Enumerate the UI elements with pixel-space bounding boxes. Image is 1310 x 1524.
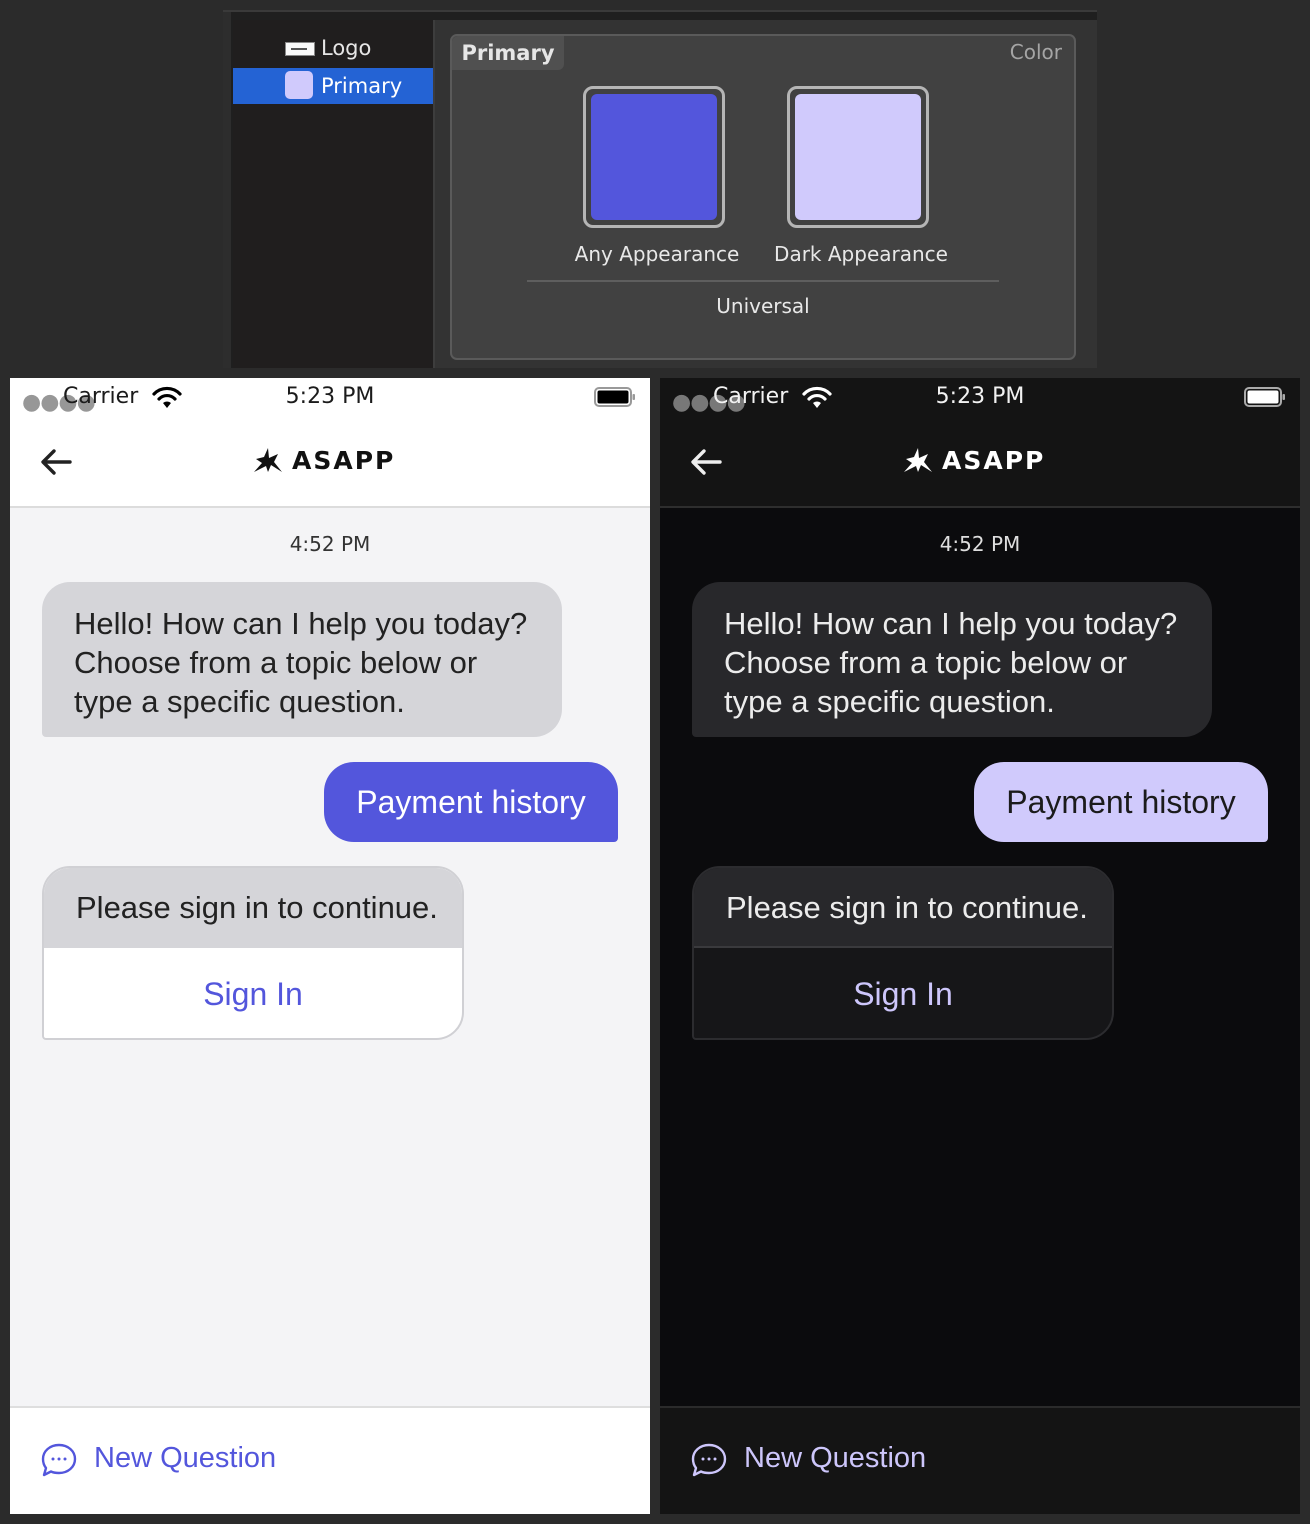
asset-item-logo[interactable]: Logo	[233, 30, 433, 66]
window-edge-top	[223, 10, 1097, 12]
navigation-bar: ASAPP	[10, 418, 650, 508]
any-appearance-swatch[interactable]	[583, 86, 725, 228]
sign-in-button[interactable]: Sign In	[694, 948, 1112, 1038]
brand-wordmark: ASAPP	[942, 445, 1046, 475]
asset-item-label: Primary	[321, 74, 403, 98]
chat-bubble-icon[interactable]	[690, 1442, 728, 1478]
image-thumbnail-icon	[285, 42, 315, 56]
asset-editor: Primary Color Any Appearance Dark Appear…	[435, 20, 1097, 368]
status-bar: ●●●● Carrier 5:23 PM	[10, 378, 650, 418]
phone-dark-mode: ●●●● Carrier 5:23 PM ASAPP 4:52 PM Hello…	[660, 378, 1300, 1514]
any-appearance-color	[591, 94, 717, 220]
back-arrow-icon[interactable]	[38, 444, 74, 480]
brand-wordmark: ASAPP	[292, 445, 396, 475]
navigation-bar: ASAPP	[660, 418, 1300, 508]
chat-footer: New Question	[660, 1406, 1300, 1514]
message-timestamp: 4:52 PM	[289, 532, 371, 556]
message-timestamp: 4:52 PM	[939, 532, 1021, 556]
status-time: 5:23 PM	[285, 384, 375, 409]
phone-light-mode: ●●●● Carrier 5:23 PM ASAPP 4:52 PM Hello…	[10, 378, 650, 1514]
signin-card: Please sign in to continue. Sign In	[42, 866, 464, 1040]
dark-appearance-color	[795, 94, 921, 220]
chat-footer: New Question	[10, 1406, 650, 1514]
dark-appearance-swatch[interactable]	[787, 86, 929, 228]
asset-list-sidebar: Logo Primary	[233, 20, 433, 368]
color-swatch-icon	[285, 71, 313, 99]
chat-bubble-icon[interactable]	[40, 1442, 78, 1478]
battery-icon	[594, 387, 635, 407]
status-bar: ●●●● Carrier 5:23 PM	[660, 378, 1300, 418]
asset-catalog-window: Logo Primary Primary Color Any Appearanc…	[223, 10, 1097, 368]
new-question-button[interactable]: New Question	[94, 1442, 276, 1475]
asset-name-tab[interactable]: Primary	[452, 36, 564, 70]
window-edge	[223, 10, 231, 368]
asset-item-primary[interactable]: Primary	[233, 68, 433, 104]
battery-icon	[1244, 387, 1285, 407]
signin-prompt: Please sign in to continue.	[44, 868, 462, 948]
sign-in-button[interactable]: Sign In	[44, 948, 462, 1038]
agent-message-bubble: Hello! How can I help you today? Choose …	[692, 582, 1212, 737]
universal-label: Universal	[716, 294, 810, 318]
back-arrow-icon[interactable]	[688, 444, 724, 480]
dark-appearance-label: Dark Appearance	[774, 242, 948, 266]
new-question-button[interactable]: New Question	[744, 1442, 926, 1475]
user-message-bubble: Payment history	[974, 762, 1268, 842]
brand-logo: ASAPP	[902, 444, 1045, 476]
brand-logo: ASAPP	[252, 444, 395, 476]
user-message-bubble: Payment history	[324, 762, 618, 842]
color-set-group: Primary Color Any Appearance Dark Appear…	[450, 34, 1076, 360]
universal-divider	[527, 280, 999, 282]
asapp-logo-icon	[254, 448, 282, 472]
signin-prompt: Please sign in to continue.	[694, 868, 1112, 948]
signin-card: Please sign in to continue. Sign In	[692, 866, 1114, 1040]
asset-item-label: Logo	[321, 36, 372, 60]
any-appearance-label: Any Appearance	[574, 242, 740, 266]
asapp-logo-icon	[904, 448, 932, 472]
agent-message-bubble: Hello! How can I help you today? Choose …	[42, 582, 562, 737]
status-time: 5:23 PM	[935, 384, 1025, 409]
asset-type-label: Color	[1009, 40, 1062, 64]
